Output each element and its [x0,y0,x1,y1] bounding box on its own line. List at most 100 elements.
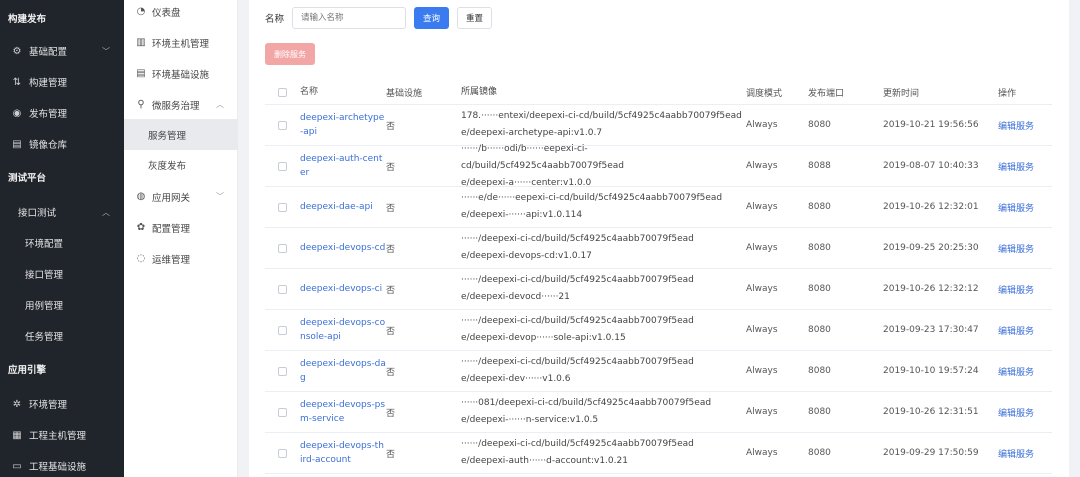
table-header: 名称 基础设施 所属镜像 调度模式 发布端口 更新时间 操作 [265,80,1052,105]
subnav-item-0[interactable]: ◔ 仪表盘 [124,0,238,27]
update-time-cell: 2019-10-26 12:32:01 [883,202,979,212]
sidebar-item-12[interactable]: ✲ 环境管理 [0,389,124,419]
sidebar-item-4[interactable]: ▤ 镜像仓库 [0,129,124,159]
select-all-checkbox[interactable] [278,87,287,97]
image-line: e/deepexi-archetype-api:v1.0.7 [461,128,603,138]
port-cell: 8080 [808,243,831,253]
service-table: 名称 基础设施 所属镜像 调度模式 发布端口 更新时间 操作 deepexi-a… [265,80,1052,474]
subnav-item-label: 灰度发布 [148,160,187,172]
image-line: ······/deepexi-ci-cd/build/5cf4925c4aabb… [461,439,694,449]
row-checkbox[interactable] [278,243,287,253]
infrastructure-icon: ▤ [136,68,146,79]
image-line: ······/deepexi-ci-cd/build/5cf4925c4aabb… [461,234,694,244]
table-row: deepexi-devops-psm-service 否 ······081/dee… [265,392,1052,433]
infrastructure-cell: 否 [386,285,396,296]
image-line: ······/b······odi/b······eepexi-ci-cd/bu… [461,143,625,171]
sidebar-item-1[interactable]: ⚙ 基础配置 ﹀ [0,36,124,66]
table-row: deepexi-devops-console-api 否 ······/deepex… [265,310,1052,351]
service-name-link[interactable]: deepexi-auth-center [300,152,386,180]
sidebar-item-14[interactable]: ▭ 工程基础设施 [0,451,124,477]
header-image: 所属镜像 [461,86,498,97]
row-checkbox[interactable] [278,202,287,212]
image-line: e/deepexi-devops-cd:v1.0.17 [461,251,592,261]
sidebar-item-label: 用例管理 [25,301,64,312]
service-name-link[interactable]: deepexi-devops-console-api [300,316,386,344]
header-actions: 操作 [998,88,1017,99]
port-cell: 8080 [808,325,831,335]
row-select-cell [265,120,300,130]
schedule-mode-cell: Always [746,202,778,212]
schedule-mode-cell: Always [746,243,778,253]
sidebar-item-13[interactable]: ▦ 工程主机管理 [0,420,124,450]
edit-service-link[interactable]: 编辑服务 [998,365,1052,378]
edit-service-link[interactable]: 编辑服务 [998,119,1052,132]
infrastructure-cell: 否 [386,449,396,460]
edit-service-link[interactable]: 编辑服务 [998,201,1052,214]
image-cell: ······081/deepexi-ci-cd/build/5cf4925c4a… [461,395,746,429]
row-checkbox[interactable] [278,366,287,376]
sidebar-item-9[interactable]: 用例管理 [0,290,124,320]
subnav-item-1[interactable]: ▥ 环境主机管理 [124,27,238,58]
edit-service-link[interactable]: 编辑服务 [998,324,1052,337]
service-name-link[interactable]: deepexi-devops-dag [300,357,386,385]
subnav-item-5[interactable]: 灰度发布 [124,149,238,180]
update-time-cell: 2019-09-23 17:30:47 [883,325,979,335]
sidebar-item-11[interactable]: 应用引擎 [0,354,124,384]
sidebar-item-label: 工程主机管理 [29,431,87,442]
row-select-cell [265,448,300,458]
edit-service-link[interactable]: 编辑服务 [998,160,1052,173]
header-schedule-mode: 调度模式 [746,88,783,99]
subnav-item-4[interactable]: 服务管理 [124,119,238,150]
sidebar-item-10[interactable]: 任务管理 [0,321,124,351]
service-name-link[interactable]: deepexi-devops-ci [300,282,386,296]
sidebar-item-0[interactable]: 构建发布 [0,3,124,33]
sidebar-item-label: 接口管理 [25,270,64,281]
service-name-link[interactable]: deepexi-devops-third-account [300,439,386,467]
service-name-link[interactable]: deepexi-devops-cd [300,241,386,255]
row-checkbox[interactable] [278,161,287,171]
image-line: ······e/de······eepexi-ci-cd/build/5cf49… [461,193,723,203]
sidebar-item-6[interactable]: 接口测试 ︿ [0,197,124,227]
row-checkbox[interactable] [278,120,287,130]
service-name-link[interactable]: deepexi-devops-psm-service [300,398,386,426]
reset-button[interactable]: 重置 [457,7,493,29]
port-cell: 8080 [808,202,831,212]
sidebar-item-label: 镜像仓库 [29,140,68,151]
table-row: deepexi-devops-ci 否 ······/deepexi-ci-cd/b… [265,269,1052,310]
subnav-item-7[interactable]: ✿ 配置管理 [124,212,238,243]
edit-service-link[interactable]: 编辑服务 [998,242,1052,255]
gateway-icon: ◍ [136,191,146,202]
sidebar-item-label: 构建发布 [8,14,47,25]
sidebar-item-5[interactable]: 测试平台 [0,162,124,192]
chevron-icon: ﹀ [216,192,224,201]
edit-service-link[interactable]: 编辑服务 [998,406,1052,419]
row-select-cell [265,325,300,335]
subnav-item-8[interactable]: ◌ 运维管理 [124,243,238,274]
table-row: deepexi-devops-cd 否 ······/deepexi-ci-cd/b… [265,228,1052,269]
edit-service-link[interactable]: 编辑服务 [998,447,1052,460]
subnav-item-3[interactable]: ⚲ 微服务治理 ︿ [124,89,238,120]
subnav-item-label: 运维管理 [152,254,191,266]
row-checkbox[interactable] [278,284,287,294]
subnav-item-6[interactable]: ◍ 应用网关 ﹀ [124,181,238,212]
query-button[interactable]: 查询 [414,7,450,29]
sidebar-item-3[interactable]: ◉ 发布管理 [0,98,124,128]
ops-icon: ◌ [136,253,146,264]
sidebar-item-8[interactable]: 接口管理 [0,259,124,289]
sidebar-item-2[interactable]: ⇅ 构建管理 [0,67,124,97]
name-search-input[interactable] [292,7,407,29]
subnav-item-2[interactable]: ▤ 环境基础设施 [124,58,238,89]
schedule-mode-cell: Always [746,448,778,458]
row-checkbox[interactable] [278,407,287,417]
delete-service-button[interactable]: 删除服务 [265,43,315,65]
service-name-link[interactable]: deepexi-archetype-api [300,111,386,139]
service-name-link[interactable]: deepexi-dae-api [300,200,386,214]
subnav-item-label: 配置管理 [152,223,191,235]
schedule-mode-cell: Always [746,366,778,376]
row-checkbox[interactable] [278,448,287,458]
edit-service-link[interactable]: 编辑服务 [998,283,1052,296]
update-time-cell: 2019-10-26 12:31:51 [883,407,979,417]
sidebar-item-7[interactable]: 环境配置 [0,228,124,258]
row-checkbox[interactable] [278,325,287,335]
build-icon: ⇅ [12,76,22,88]
